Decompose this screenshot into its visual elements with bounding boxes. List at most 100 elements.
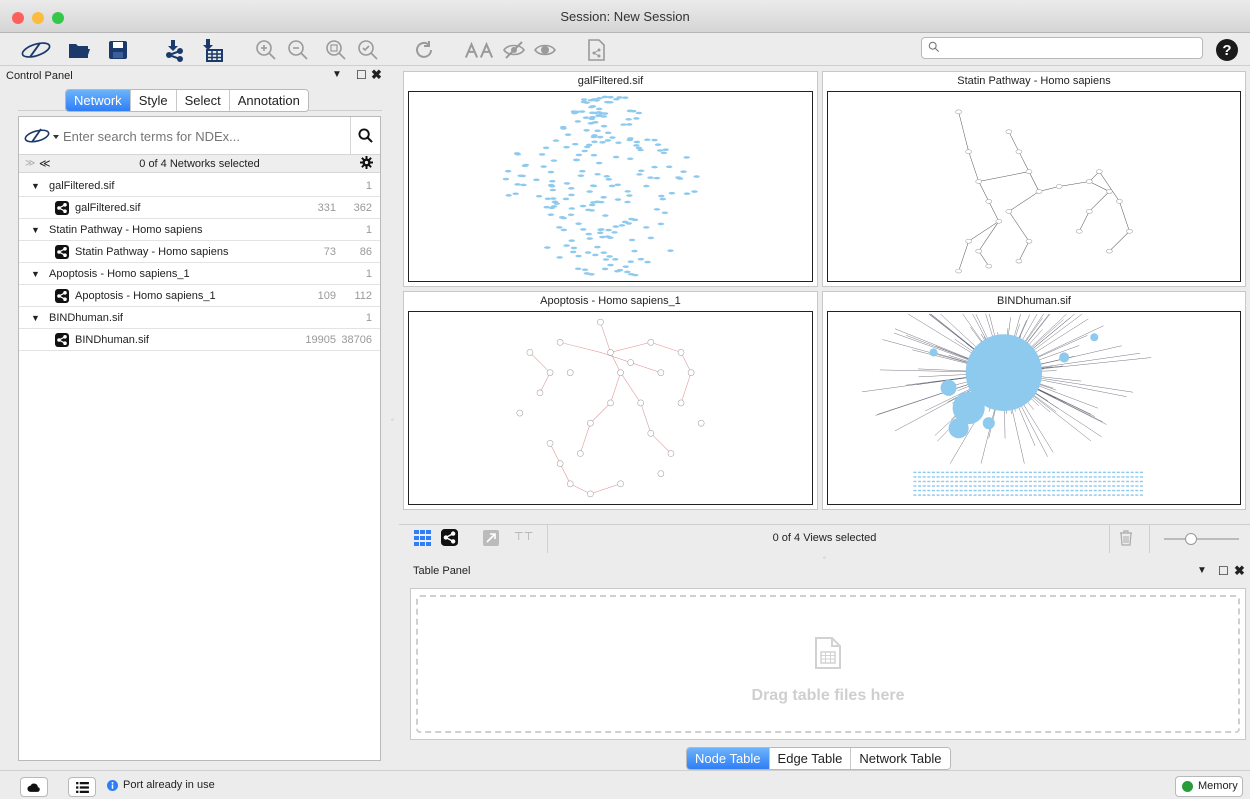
info-icon (107, 780, 118, 794)
zoom-out-icon[interactable] (284, 36, 312, 64)
cytoscape-logo-icon[interactable] (18, 36, 54, 64)
tab-annotation[interactable]: Annotation (229, 90, 308, 111)
split-pane-divider-horizontal[interactable]: ◦ (823, 553, 826, 562)
node-count: 331 (317, 202, 336, 214)
collection-name: BINDhuman.sif (49, 312, 123, 324)
collection-row[interactable]: ▼ galFiltered.sif 1 (19, 175, 380, 197)
import-network-icon[interactable] (160, 36, 188, 64)
tab-select[interactable]: Select (176, 90, 230, 111)
open-folder-icon[interactable] (65, 36, 93, 64)
network-canvas[interactable] (408, 91, 813, 282)
thumbnail-size-slider[interactable] (1164, 538, 1239, 540)
view-title: Statin Pathway - Homo sapiens (957, 75, 1111, 87)
network-view-galfiltered[interactable]: galFiltered.sif (403, 71, 818, 287)
network-view-bindhuman[interactable]: BINDhuman.sif (822, 291, 1246, 510)
hide-icon[interactable] (500, 36, 528, 64)
show-icon[interactable] (531, 36, 559, 64)
collapse-all-icon[interactable]: ≪ (39, 155, 51, 173)
table-tabs: Node Table Edge Table Network Table (686, 747, 951, 770)
network-name: galFiltered.sif (75, 202, 141, 214)
tab-style[interactable]: Style (130, 90, 177, 111)
network-name: Statin Pathway - Homo sapiens (75, 246, 229, 258)
cloud-button[interactable] (20, 777, 48, 797)
drop-zone[interactable]: Drag table files here (416, 595, 1240, 733)
tab-network-table[interactable]: Network Table (851, 748, 950, 769)
collapse-triangle-icon[interactable]: ▼ (31, 307, 40, 329)
networks-selected-count: 0 of 4 Networks selected (139, 158, 260, 170)
slider-thumb[interactable] (1185, 533, 1197, 545)
view-title: Apoptosis - Homo sapiens_1 (540, 295, 681, 307)
collapse-triangle-icon[interactable]: ▼ (31, 219, 40, 241)
float-panel-icon[interactable]: ☐ (356, 68, 367, 82)
gear-icon[interactable] (360, 156, 373, 175)
window-title-bar: Session: New Session (0, 0, 1250, 33)
node-count: 19905 (305, 334, 336, 346)
network-view-grid: galFiltered.sif Statin Pathway - Homo sa… (399, 67, 1250, 523)
window-title: Session: New Session (560, 9, 690, 24)
view-title: galFiltered.sif (577, 75, 644, 87)
zoom-window-button[interactable] (52, 12, 64, 24)
control-panel-tabs: Network Style Select Annotation (18, 89, 382, 112)
collection-row[interactable]: ▼ Statin Pathway - Homo sapiens 1 (19, 219, 380, 241)
cloud-icon (27, 783, 40, 792)
ndex-search-input[interactable] (63, 126, 343, 146)
show-all-icon[interactable] (462, 36, 496, 64)
collapse-triangle-icon[interactable]: ▼ (31, 263, 40, 285)
network-canvas[interactable] (827, 311, 1241, 505)
network-row[interactable]: galFiltered.sif 331 362 (19, 197, 380, 219)
view-toolbar: ⊤⊤ 0 of 4 Views selected (399, 524, 1250, 553)
help-icon[interactable]: ? (1213, 36, 1241, 64)
collection-count: 1 (365, 312, 372, 324)
tab-node-table[interactable]: Node Table (687, 748, 770, 769)
close-panel-icon[interactable]: ✖ (371, 67, 382, 83)
network-canvas[interactable] (827, 91, 1241, 282)
search-input[interactable] (921, 37, 1203, 59)
zoom-in-icon[interactable] (252, 36, 280, 64)
network-view-apoptosis[interactable]: Apoptosis - Homo sapiens_1 (403, 291, 818, 510)
collapse-triangle-icon[interactable]: ▼ (31, 175, 40, 197)
collection-count: 1 (365, 180, 372, 192)
network-share-icon (55, 333, 69, 355)
save-icon[interactable] (104, 36, 132, 64)
close-panel-icon[interactable]: ✖ (1234, 563, 1245, 579)
collection-name: Statin Pathway - Homo sapiens (49, 224, 203, 236)
drop-zone-label: Drag table files here (751, 687, 905, 704)
expand-all-icon[interactable]: ≫ (25, 155, 35, 173)
control-panel-title: Control Panel (6, 70, 73, 82)
edge-count: 112 (354, 290, 372, 302)
task-list-button[interactable] (68, 777, 96, 797)
ndex-search-bar (19, 117, 380, 155)
split-pane-divider[interactable]: ◦ (391, 415, 394, 424)
minimize-window-button[interactable] (32, 12, 44, 24)
ndex-search-button[interactable] (350, 117, 380, 154)
network-view-statin[interactable]: Statin Pathway - Homo sapiens (822, 71, 1246, 287)
collection-row[interactable]: ▼ BINDhuman.sif 1 (19, 307, 380, 329)
import-table-icon[interactable] (197, 36, 225, 64)
close-window-button[interactable] (12, 12, 24, 24)
svg-text:?: ? (1222, 42, 1231, 59)
collection-row[interactable]: ▼ Apoptosis - Homo sapiens_1 1 (19, 263, 380, 285)
network-summary-bar: ≫ ≪ 0 of 4 Networks selected (19, 155, 380, 173)
network-name: BINDhuman.sif (75, 334, 149, 346)
node-count: 73 (323, 246, 336, 258)
panel-menu-icon[interactable]: ▼ (1197, 565, 1207, 576)
zoom-selected-icon[interactable] (354, 36, 382, 64)
edge-count: 362 (353, 202, 372, 214)
tab-network[interactable]: Network (66, 90, 131, 111)
table-drop-area[interactable]: Drag table files here (410, 588, 1246, 740)
memory-button[interactable]: Memory (1175, 776, 1243, 797)
tab-edge-table[interactable]: Edge Table (769, 748, 852, 769)
zoom-fit-icon[interactable] (322, 36, 350, 64)
trash-icon[interactable] (1119, 530, 1133, 549)
network-row[interactable]: BINDhuman.sif 19905 38706 (19, 329, 380, 351)
refresh-icon[interactable] (410, 36, 438, 64)
edge-count: 38706 (341, 334, 372, 346)
export-icon[interactable] (582, 36, 610, 64)
network-canvas[interactable] (408, 311, 813, 505)
ndex-source-dropdown[interactable] (23, 126, 63, 149)
network-row[interactable]: Apoptosis - Homo sapiens_1 109 112 (19, 285, 380, 307)
float-panel-icon[interactable]: ☐ (1218, 564, 1229, 578)
network-row[interactable]: Statin Pathway - Homo sapiens 73 86 (19, 241, 380, 263)
network-name: Apoptosis - Homo sapiens_1 (75, 290, 216, 302)
panel-menu-icon[interactable]: ▼ (332, 69, 342, 80)
